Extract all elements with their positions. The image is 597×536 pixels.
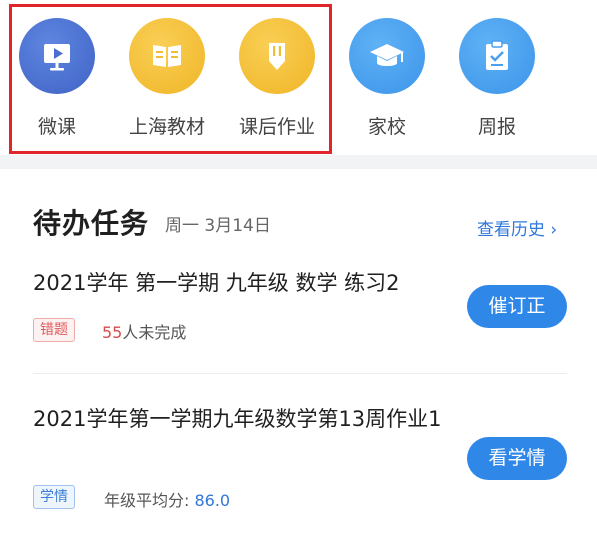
learning-status-tag: 学情 xyxy=(33,485,75,509)
task-meta: 年级平均分: 86.0 xyxy=(104,487,230,511)
view-learning-status-button[interactable]: 看学情 xyxy=(467,437,567,480)
clipboard-report-icon xyxy=(459,18,535,94)
average-score-label: 年级平均分: xyxy=(104,491,195,510)
view-history-label: 查看历史 xyxy=(477,220,545,240)
video-lesson-icon xyxy=(19,18,95,94)
task-title[interactable]: 2021学年第一学期九年级数学第13周作业1 xyxy=(33,403,453,436)
nav-label-home-school: 家校 xyxy=(367,116,406,138)
nav-label-textbook: 上海教材 xyxy=(128,116,205,138)
urge-correction-button[interactable]: 催订正 xyxy=(467,285,567,328)
task-title[interactable]: 2021学年 第一学期 九年级 数学 练习2 xyxy=(33,267,453,300)
todo-date: 周一 3月14日 xyxy=(165,216,271,236)
nav-label-weekly-report: 周报 xyxy=(477,116,516,138)
view-history-link[interactable]: 查看历史 › xyxy=(477,215,557,240)
nav-item-homework[interactable]: 课后作业 xyxy=(227,18,327,139)
nav-item-textbook[interactable]: 上海教材 xyxy=(117,18,217,139)
nav-item-home-school[interactable]: 家校 xyxy=(337,18,437,139)
top-nav: 微课 上海教材 课后作业 家校 周报 xyxy=(0,0,597,154)
pencil-homework-icon xyxy=(239,18,315,94)
nav-label-homework: 课后作业 xyxy=(238,116,315,138)
nav-item-weekly-report[interactable]: 周报 xyxy=(447,18,547,139)
incomplete-count: 55 xyxy=(102,323,123,342)
graduation-cap-icon xyxy=(349,18,425,94)
nav-item-micro-lesson[interactable]: 微课 xyxy=(7,18,107,139)
section-divider xyxy=(0,155,597,169)
wrong-answer-tag: 错题 xyxy=(33,318,75,342)
todo-title: 待办任务 xyxy=(33,207,150,240)
nav-label-micro-lesson: 微课 xyxy=(37,116,76,138)
todo-card: 待办任务 周一 3月14日 查看历史 › 2021学年 第一学期 九年级 数学 … xyxy=(0,169,597,536)
row-divider xyxy=(33,373,567,374)
chevron-right-icon: › xyxy=(550,220,558,240)
average-score-value: 86.0 xyxy=(194,491,231,510)
incomplete-label: 人未完成 xyxy=(122,323,187,342)
textbook-icon xyxy=(129,18,205,94)
task-meta: 55人未完成 xyxy=(102,319,186,343)
